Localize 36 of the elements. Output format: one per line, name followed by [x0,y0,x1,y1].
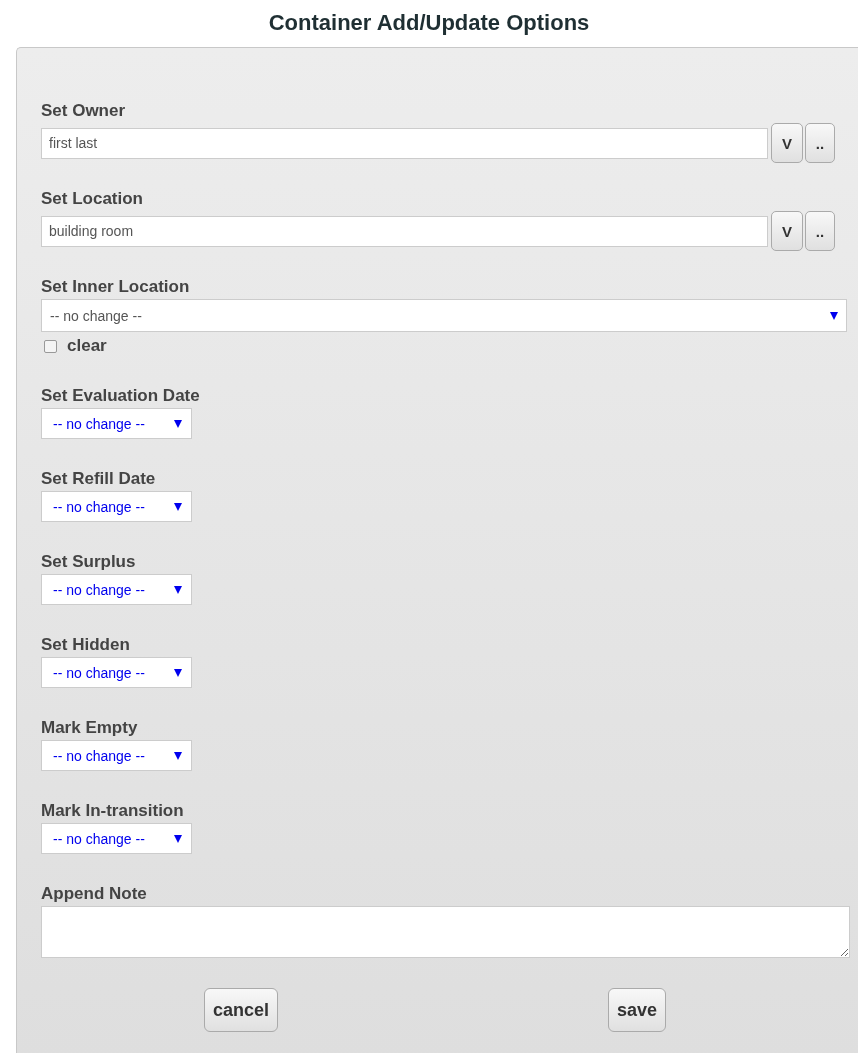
dropdown-arrow-icon [174,585,182,594]
note-field[interactable] [41,906,850,958]
field-label: Set Evaluation Date [41,386,200,406]
dropdown[interactable]: -- no change -- [41,740,192,771]
dropdown[interactable]: -- no change -- [41,823,192,854]
lookup-button[interactable]: .. [805,211,835,251]
dropdown-arrow-icon [174,751,182,760]
checkbox[interactable] [44,339,57,353]
field-label: Set Refill Date [41,469,156,489]
lookup-button[interactable]: .. [805,123,835,163]
field-label: Set Hidden [41,635,130,655]
action-button[interactable]: save [608,988,667,1032]
dropdown-arrow-icon [830,311,838,320]
text-field[interactable]: first last [41,127,768,159]
action-button[interactable]: cancel [204,988,279,1032]
field-label: Set Location [41,189,143,209]
field-label: Set Owner [41,101,126,121]
field-label: Mark In-transition [41,801,184,821]
dropdown[interactable]: -- no change -- [41,408,192,439]
text-field[interactable]: building room [41,215,768,247]
dialog-title: Container Add/Update Options [267,9,591,37]
dropdown[interactable]: -- no change -- [41,299,847,332]
dropdown-arrow-icon [174,668,182,677]
lookup-button[interactable]: V [771,211,803,251]
dropdown[interactable]: -- no change -- [41,491,192,522]
dropdown-arrow-icon [174,502,182,511]
field-label: Set Surplus [41,552,136,572]
dropdown-arrow-icon [174,834,182,843]
dropdown[interactable]: -- no change -- [41,574,192,605]
field-label: Set Inner Location [41,277,190,297]
lookup-button[interactable]: V [771,123,803,163]
field-label: Mark Empty [41,718,138,738]
dropdown[interactable]: -- no change -- [41,657,192,688]
dropdown-arrow-icon [174,419,182,428]
checkbox-label: clear [67,336,107,356]
field-label: Append Note [41,884,147,904]
